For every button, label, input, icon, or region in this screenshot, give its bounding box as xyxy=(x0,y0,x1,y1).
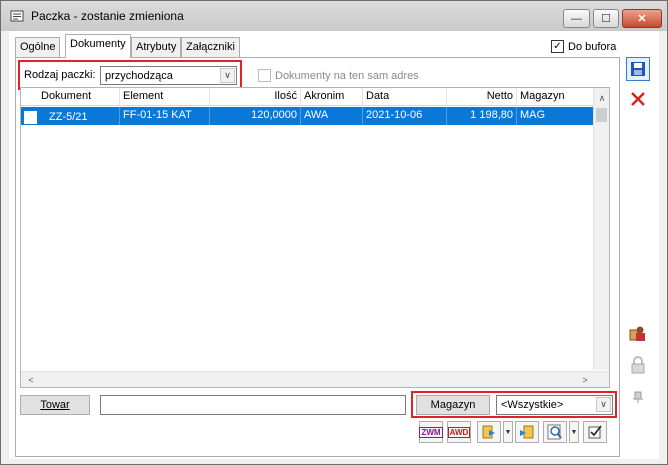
table-row[interactable]: ZZ-5/21 FF-01-15 KAT 120,0000 AWA 2021-1… xyxy=(21,107,594,125)
do-bufora-label: Do bufora xyxy=(568,40,617,53)
do-bufora-checkbox[interactable]: ✓ Do bufora xyxy=(551,40,616,53)
package-type-value: przychodząca xyxy=(105,69,173,82)
do-bufora-check[interactable]: ✓ xyxy=(551,40,564,53)
column-header-netto[interactable]: Netto xyxy=(447,88,517,106)
lock-button[interactable] xyxy=(626,353,650,377)
towar-button-label: Towar xyxy=(40,399,70,411)
scroll-up-icon[interactable]: ∧ xyxy=(594,90,609,106)
tab-label: Załączniki xyxy=(186,41,235,53)
column-header-magazyn[interactable]: Magazyn xyxy=(517,88,594,106)
save-icon xyxy=(631,62,645,76)
assign-operator-button[interactable] xyxy=(626,321,650,345)
cell-dokument-text: ZZ-5/21 xyxy=(49,111,88,123)
package-type-select[interactable]: przychodząca ∨ xyxy=(100,66,237,85)
close-icon: ✕ xyxy=(637,13,647,25)
dialog-content: Ogólne Dokumenty Atrybuty Załączniki ✓ D… xyxy=(9,31,659,459)
magnifier-icon xyxy=(547,424,562,440)
minimize-icon: — xyxy=(571,12,582,25)
documents-tab-panel: Rodzaj paczki: przychodząca ∨ Dokumenty … xyxy=(15,57,620,457)
pin-icon xyxy=(633,391,643,403)
checkmark-icon xyxy=(588,425,602,439)
awd-button[interactable]: AWD xyxy=(447,421,471,443)
maximize-button[interactable]: ☐ xyxy=(593,9,619,28)
zwm-button[interactable]: ZWM xyxy=(419,421,443,443)
document-link-button[interactable] xyxy=(477,421,501,443)
window-title: Paczka - zostanie zmieniona xyxy=(31,9,184,23)
grid-header: Dokument Element Ilość Akronim Data Nett… xyxy=(21,88,594,106)
magazyn-button-label: Magazyn xyxy=(430,399,476,411)
cell-netto: 1 198,80 xyxy=(447,107,517,125)
magazyn-value: <Wszystkie> xyxy=(501,399,564,411)
person-card-icon xyxy=(629,326,645,341)
towar-input[interactable] xyxy=(100,395,406,415)
scroll-left-icon[interactable]: < xyxy=(23,372,39,387)
magazyn-select[interactable]: <Wszystkie> ∨ xyxy=(496,395,613,415)
maximize-icon: ☐ xyxy=(601,13,611,25)
package-icon xyxy=(10,10,24,22)
minimize-button[interactable]: — xyxy=(563,9,590,28)
dialog-window: Paczka - zostanie zmieniona — ☐ ✕ Ogólne… xyxy=(0,0,668,465)
tab-zalaczniki[interactable]: Załączniki xyxy=(181,37,240,57)
documents-grid[interactable]: Dokument Element Ilość Akronim Data Nett… xyxy=(20,87,610,388)
cell-dokument: ZZ-5/21 xyxy=(21,107,120,125)
row-checkbox[interactable] xyxy=(24,110,37,124)
column-header-element[interactable]: Element xyxy=(120,88,210,106)
document-import-icon xyxy=(520,425,534,439)
tab-ogolne[interactable]: Ogólne xyxy=(15,37,61,57)
horizontal-scrollbar[interactable]: < > xyxy=(21,371,609,387)
document-arrow-icon xyxy=(482,425,495,439)
accept-button[interactable] xyxy=(583,421,607,443)
delete-button[interactable] xyxy=(626,87,650,111)
vertical-scroll-thumb[interactable] xyxy=(596,108,607,122)
cell-ilosc: 120,0000 xyxy=(210,107,301,125)
zwm-icon: ZWM xyxy=(419,426,443,438)
tab-label: Ogólne xyxy=(20,41,56,53)
awd-icon: AWD xyxy=(447,426,471,438)
same-address-check[interactable] xyxy=(258,69,271,82)
tab-dokumenty[interactable]: Dokumenty xyxy=(65,34,131,58)
cell-element: FF-01-15 KAT xyxy=(120,107,210,125)
save-button[interactable] xyxy=(626,57,650,81)
scroll-right-icon[interactable]: > xyxy=(577,372,593,387)
chevron-down-icon[interactable]: ∨ xyxy=(596,397,611,412)
vertical-scrollbar[interactable]: ∧ xyxy=(593,88,609,370)
towar-button[interactable]: Towar xyxy=(20,395,90,415)
chevron-down-icon[interactable]: ∨ xyxy=(220,68,235,83)
package-type-label: Rodzaj paczki: xyxy=(24,69,96,81)
preview-button[interactable] xyxy=(543,421,567,443)
cell-data: 2021-10-06 xyxy=(363,107,447,125)
delete-x-icon xyxy=(631,92,645,106)
magazyn-button[interactable]: Magazyn xyxy=(416,395,490,415)
document-import-button[interactable] xyxy=(515,421,539,443)
column-header-akronim[interactable]: Akronim xyxy=(301,88,363,106)
cell-magazyn: MAG xyxy=(520,109,546,121)
column-header-ilosc[interactable]: Ilość xyxy=(210,88,301,106)
preview-dropdown[interactable]: ▼ xyxy=(569,421,579,443)
padlock-icon xyxy=(631,356,645,374)
tab-label: Dokumenty xyxy=(70,38,126,50)
title-bar: Paczka - zostanie zmieniona — ☐ ✕ xyxy=(1,1,667,31)
pin-button[interactable] xyxy=(626,385,650,409)
tab-label: Atrybuty xyxy=(136,41,177,53)
close-button[interactable]: ✕ xyxy=(622,9,662,28)
cell-akronim: AWA xyxy=(301,107,363,125)
same-address-checkbox[interactable]: Dokumenty na ten sam adres xyxy=(258,69,419,82)
tab-atrybuty[interactable]: Atrybuty xyxy=(131,37,182,57)
column-header-dokument[interactable]: Dokument xyxy=(21,88,120,106)
column-header-data[interactable]: Data xyxy=(363,88,447,106)
document-link-dropdown[interactable]: ▼ xyxy=(503,421,513,443)
same-address-label: Dokumenty na ten sam adres xyxy=(275,69,419,82)
